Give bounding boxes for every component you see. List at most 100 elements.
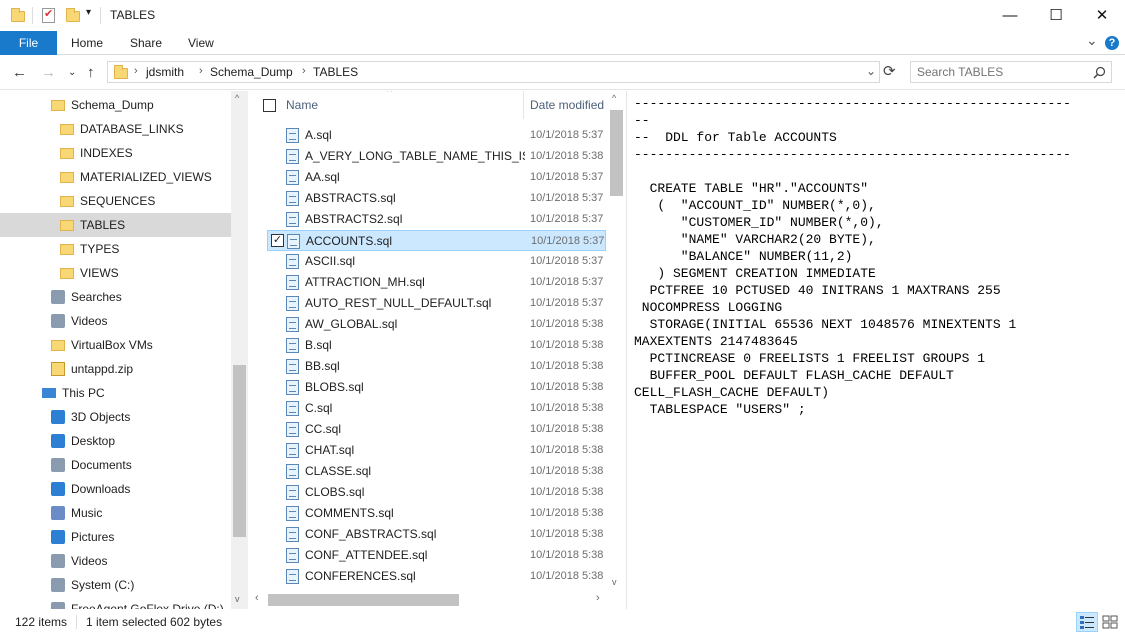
sidebar-item-types[interactable]: TYPES — [0, 237, 231, 261]
file-row[interactable]: COMMENTS.sql 10/1/2018 5:38 — [267, 503, 606, 524]
folder-icon — [60, 244, 74, 255]
close-button[interactable]: ✕ — [1079, 0, 1125, 31]
ribbon-collapse-icon[interactable]: ⌄ — [1086, 32, 1098, 49]
sidebar-item-untappd-zip[interactable]: untappd.zip — [0, 357, 231, 381]
scroll-right-icon[interactable]: › — [596, 592, 600, 604]
breadcrumb-tables[interactable]: TABLES — [313, 65, 358, 79]
file-row[interactable]: AA.sql 10/1/2018 5:37 — [267, 167, 606, 188]
large-icons-view-button[interactable] — [1099, 612, 1121, 632]
new-folder-icon[interactable] — [66, 8, 80, 22]
sidebar-item-tables[interactable]: TABLES — [0, 213, 231, 237]
sidebar-item-virtualbox-vms[interactable]: VirtualBox VMs — [0, 333, 231, 357]
file-row[interactable]: ASCII.sql 10/1/2018 5:37 — [267, 251, 606, 272]
file-row[interactable]: ATTRACTION_MH.sql 10/1/2018 5:37 — [267, 272, 606, 293]
sidebar-item-label: Videos — [71, 314, 108, 328]
file-date-modified: 10/1/2018 5:38 — [530, 486, 604, 498]
tab-view[interactable]: View — [188, 31, 214, 55]
sidebar-item-label: VIEWS — [80, 266, 119, 280]
sidebar-item-searches[interactable]: Searches — [0, 285, 231, 309]
tab-file[interactable]: File — [0, 31, 57, 55]
file-list-hscroll-thumb[interactable] — [268, 594, 459, 606]
file-row[interactable]: AW_GLOBAL.sql 10/1/2018 5:38 — [267, 314, 606, 335]
sidebar-item-label: System (C:) — [71, 578, 135, 592]
scroll-down-icon[interactable]: v — [235, 594, 240, 604]
sidebar-item-label: Pictures — [71, 530, 115, 544]
breadcrumb-jdsmith[interactable]: jdsmith — [146, 65, 184, 79]
file-list-scroll-thumb[interactable] — [610, 110, 623, 196]
file-name: CLASSE.sql — [305, 464, 372, 478]
file-date-modified: 10/1/2018 5:38 — [530, 465, 604, 477]
details-view-button[interactable] — [1076, 612, 1098, 632]
back-icon[interactable]: ← — [12, 64, 27, 81]
sidebar-item-label: Music — [71, 506, 103, 520]
sidebar-item-3d-objects[interactable]: 3D Objects — [0, 405, 231, 429]
forward-icon[interactable]: → — [41, 64, 56, 81]
file-row[interactable]: BB.sql 10/1/2018 5:38 — [267, 356, 606, 377]
file-date-modified: 10/1/2018 5:38 — [530, 423, 604, 435]
maximize-button[interactable]: ☐ — [1033, 0, 1079, 31]
sidebar-item-this-pc[interactable]: This PC — [0, 381, 231, 405]
search-input[interactable] — [917, 65, 1087, 79]
address-dropdown-icon[interactable]: ⌄ — [866, 64, 876, 78]
address-box[interactable]: › jdsmith › Schema_Dump › TABLES ⌄ — [107, 61, 880, 83]
breadcrumb-schema-dump[interactable]: Schema_Dump — [210, 65, 293, 79]
file-row[interactable]: CLOBS.sql 10/1/2018 5:38 — [267, 482, 606, 503]
sidebar-item-videos[interactable]: Videos — [0, 549, 231, 573]
sidebar-item-documents[interactable]: Documents — [0, 453, 231, 477]
file-checkbox[interactable]: ✓ — [271, 234, 284, 247]
scroll-down-icon[interactable]: v — [612, 577, 617, 587]
file-row[interactable]: CC.sql 10/1/2018 5:38 — [267, 419, 606, 440]
file-row[interactable]: CLASSE.sql 10/1/2018 5:38 — [267, 461, 606, 482]
file-row[interactable]: CONFERENCES.sql 10/1/2018 5:38 — [267, 566, 606, 587]
scroll-up-icon[interactable]: ^ — [612, 93, 616, 103]
sql-file-icon — [286, 380, 299, 395]
file-row[interactable]: CONF_ABSTRACTS.sql 10/1/2018 5:38 — [267, 524, 606, 545]
search-box[interactable] — [910, 61, 1112, 83]
sidebar-item-freeagent-goflex-drive-d[interactable]: FreeAgent GoFlex Drive (D:) — [0, 597, 231, 609]
sidebar-item-views[interactable]: VIEWS — [0, 261, 231, 285]
sidebar-item-pictures[interactable]: Pictures — [0, 525, 231, 549]
file-row[interactable]: BLOBS.sql 10/1/2018 5:38 — [267, 377, 606, 398]
file-row[interactable]: AUTO_REST_NULL_DEFAULT.sql 10/1/2018 5:37 — [267, 293, 606, 314]
sidebar-item-system-c[interactable]: System (C:) — [0, 573, 231, 597]
sidebar-item-database-links[interactable]: DATABASE_LINKS — [0, 117, 231, 141]
scroll-up-icon[interactable]: ^ — [235, 93, 239, 103]
nav-scroll-thumb[interactable] — [233, 365, 246, 537]
file-row[interactable]: ✓ ACCOUNTS.sql 10/1/2018 5:37 — [267, 230, 606, 251]
sidebar-item-indexes[interactable]: INDEXES — [0, 141, 231, 165]
item-count: 122 items — [15, 615, 68, 629]
sidebar-item-videos[interactable]: Videos — [0, 309, 231, 333]
tab-home[interactable]: Home — [71, 31, 103, 55]
file-row[interactable]: C.sql 10/1/2018 5:38 — [267, 398, 606, 419]
file-row[interactable]: CHAT.sql 10/1/2018 5:38 — [267, 440, 606, 461]
file-name: AUTO_REST_NULL_DEFAULT.sql — [305, 296, 492, 310]
search-icon[interactable] — [1093, 66, 1106, 79]
file-name: ABSTRACTS2.sql — [305, 212, 403, 226]
breadcrumb-separator: › — [134, 65, 138, 77]
minimize-button[interactable]: — — [987, 0, 1033, 31]
sql-file-icon — [286, 191, 299, 206]
customize-quick-access-icon[interactable]: ▾ — [86, 7, 91, 18]
up-icon[interactable]: ↑ — [87, 64, 95, 81]
file-row[interactable]: CONF_ATTENDEE.sql 10/1/2018 5:38 — [267, 545, 606, 566]
sidebar-item-sequences[interactable]: SEQUENCES — [0, 189, 231, 213]
tab-share[interactable]: Share — [130, 31, 162, 55]
sql-file-icon — [286, 485, 299, 500]
sidebar-item-schema-dump[interactable]: Schema_Dump — [0, 93, 231, 117]
file-row[interactable]: A.sql 10/1/2018 5:37 — [267, 125, 606, 146]
help-icon[interactable]: ? — [1105, 36, 1119, 50]
file-row[interactable]: ABSTRACTS2.sql 10/1/2018 5:37 — [267, 209, 606, 230]
sidebar-item-downloads[interactable]: Downloads — [0, 477, 231, 501]
sidebar-item-materialized-views[interactable]: MATERIALIZED_VIEWS — [0, 165, 231, 189]
sidebar-item-desktop[interactable]: Desktop — [0, 429, 231, 453]
folder-icon — [60, 124, 74, 135]
properties-icon[interactable]: ✔ — [42, 8, 55, 23]
recent-locations-icon[interactable]: ⌄ — [68, 67, 76, 78]
refresh-icon[interactable]: ⟳ — [883, 62, 896, 80]
file-row[interactable]: B.sql 10/1/2018 5:38 — [267, 335, 606, 356]
scroll-left-icon[interactable]: ‹ — [255, 592, 259, 604]
file-row[interactable]: ABSTRACTS.sql 10/1/2018 5:37 — [267, 188, 606, 209]
file-row[interactable]: A_VERY_LONG_TABLE_NAME_THIS_IS... 10/1/20… — [267, 146, 606, 167]
sql-file-icon — [286, 149, 299, 164]
sidebar-item-music[interactable]: Music — [0, 501, 231, 525]
